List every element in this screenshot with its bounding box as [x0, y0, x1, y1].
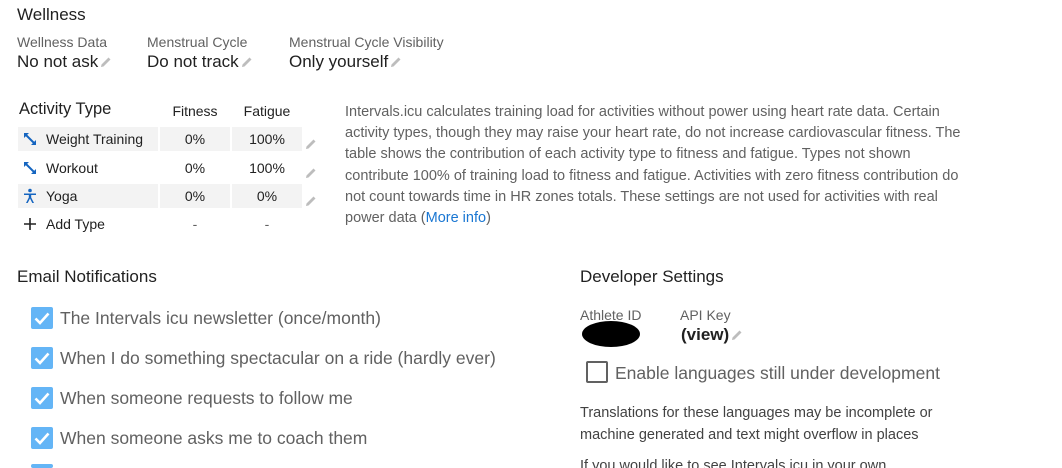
pencil-icon[interactable]: [390, 56, 402, 68]
activity-type-name: Yoga: [46, 188, 78, 204]
spectacular-ride-checkbox[interactable]: [31, 347, 53, 369]
add-type-label: Add Type: [46, 216, 105, 232]
activity-type-name: Workout: [46, 160, 98, 176]
wellness-data-value: No not ask: [17, 52, 99, 71]
api-key-field[interactable]: (view): [681, 325, 743, 345]
pencil-icon[interactable]: [305, 162, 317, 178]
cycle-visibility-value: Only yourself: [289, 52, 389, 71]
follow-request-checkbox[interactable]: [31, 387, 53, 409]
fatigue-value: 0%: [232, 184, 302, 208]
activity-type-row[interactable]: Workout 0% 100%: [18, 156, 318, 180]
menstrual-cycle-label: Menstrual Cycle: [147, 34, 248, 50]
fitness-column-header: Fitness: [172, 103, 218, 119]
enable-languages-label: Enable languages still under development: [615, 363, 940, 383]
athlete-id-redacted: [582, 321, 640, 347]
fatigue-column-header: Fatigue: [243, 103, 291, 119]
weight-training-icon: [22, 131, 38, 147]
activity-type-name-cell: Workout: [18, 156, 158, 180]
add-fitness-placeholder: -: [160, 212, 230, 236]
yoga-icon: [22, 188, 38, 204]
add-type-button[interactable]: Add Type: [18, 212, 158, 236]
fatigue-value: 100%: [232, 156, 302, 180]
menstrual-cycle-field[interactable]: Do not track: [147, 52, 253, 72]
translations-note: Translations for these languages may be …: [580, 405, 933, 443]
pencil-icon[interactable]: [305, 133, 317, 149]
pencil-icon[interactable]: [305, 190, 317, 206]
cycle-visibility-field[interactable]: Only yourself: [289, 52, 402, 72]
pencil-icon[interactable]: [241, 56, 253, 68]
add-fatigue-placeholder: -: [232, 212, 302, 236]
newsletter-label: The Intervals icu newsletter (once/month…: [60, 308, 381, 328]
partial-checkbox[interactable]: [31, 464, 53, 468]
workout-icon: [22, 160, 38, 176]
activity-type-title: Activity Type: [19, 100, 112, 118]
fatigue-value: 100%: [232, 127, 302, 151]
translation-help-text: If you would like to see Intervals.icu i…: [580, 458, 887, 468]
wellness-data-label: Wellness Data: [17, 34, 108, 50]
coach-request-checkbox[interactable]: [31, 427, 53, 449]
pencil-icon[interactable]: [731, 329, 743, 341]
pencil-icon[interactable]: [100, 56, 112, 68]
add-type-row[interactable]: Add Type - -: [18, 212, 318, 236]
coach-request-label: When someone asks me to coach them: [60, 428, 368, 448]
activity-type-name-cell: Weight Training: [18, 127, 158, 151]
api-key-label: API Key: [680, 307, 731, 323]
activity-type-name-cell: Yoga: [18, 184, 158, 208]
activity-type-name: Weight Training: [46, 131, 144, 147]
cycle-visibility-label: Menstrual Cycle Visibility: [289, 34, 444, 50]
wellness-title: Wellness: [17, 5, 86, 24]
activity-type-description: Intervals.icu calculates training load f…: [345, 102, 975, 229]
api-key-view-link[interactable]: (view): [681, 325, 729, 344]
newsletter-checkbox[interactable]: [31, 307, 53, 329]
follow-request-label: When someone requests to follow me: [60, 388, 353, 408]
email-notifications-title: Email Notifications: [17, 267, 157, 286]
spectacular-ride-label: When I do something spectacular on a rid…: [60, 348, 496, 368]
menstrual-cycle-value: Do not track: [147, 52, 239, 71]
description-text: Intervals.icu calculates training load f…: [345, 104, 961, 227]
activity-type-row[interactable]: Weight Training 0% 100%: [18, 127, 318, 151]
fitness-value: 0%: [160, 127, 230, 151]
developer-settings-title: Developer Settings: [580, 267, 724, 286]
fitness-value: 0%: [160, 184, 230, 208]
plus-icon: [22, 216, 38, 232]
wellness-data-field[interactable]: No not ask: [17, 52, 112, 72]
activity-type-row[interactable]: Yoga 0% 0%: [18, 184, 318, 208]
enable-languages-checkbox[interactable]: [586, 361, 608, 383]
description-end: ): [486, 210, 491, 227]
fitness-value: 0%: [160, 156, 230, 180]
more-info-link[interactable]: More info: [426, 210, 486, 226]
